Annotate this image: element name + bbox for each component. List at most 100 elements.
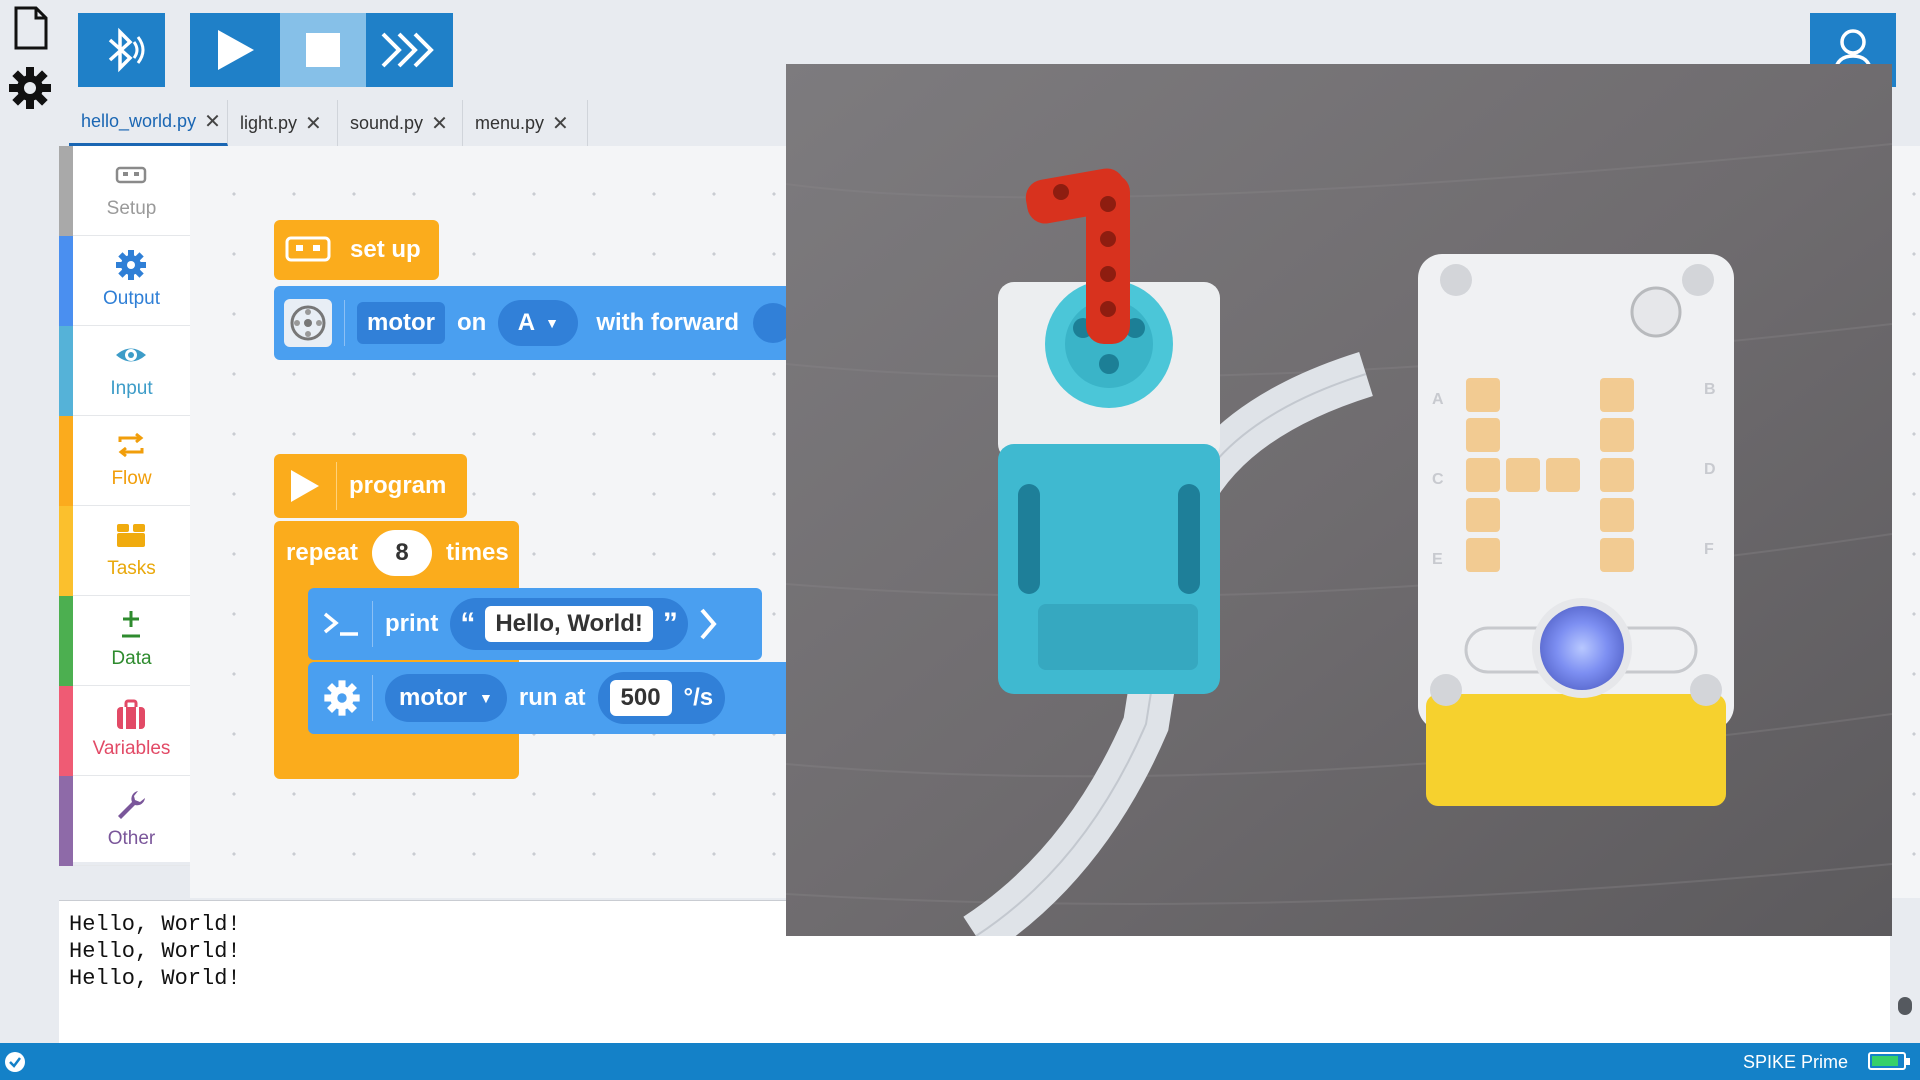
motor-run-block[interactable]: motor ▼ run at 500 °/s <box>308 662 808 734</box>
bluetooth-icon <box>108 27 144 73</box>
repeat-count-input[interactable]: 8 <box>372 530 433 576</box>
port-value: A <box>517 309 536 336</box>
motor-setup-block[interactable]: motor on A ▼ with forward <box>274 286 794 360</box>
port-label-e: E <box>1432 551 1443 568</box>
speed-input[interactable]: 500 <box>609 680 672 716</box>
play-icon <box>218 30 254 70</box>
close-icon[interactable]: ✕ <box>431 111 448 136</box>
motor-label: motor <box>399 684 467 711</box>
divider <box>344 300 345 346</box>
repeat-label: repeat <box>286 539 359 566</box>
settings-gear-icon[interactable] <box>8 66 52 110</box>
category-label: Input <box>110 378 153 399</box>
stop-button[interactable] <box>280 13 366 87</box>
tab-label: hello_world.py <box>81 111 197 131</box>
category-label: Variables <box>92 738 171 759</box>
bluetooth-button[interactable] <box>78 13 165 87</box>
category-color-bar <box>59 686 73 776</box>
category-color-bar <box>59 596 73 686</box>
category-label: Output <box>102 288 161 309</box>
tab-light[interactable]: light.py ✕ <box>228 100 338 146</box>
gear-icon <box>324 680 360 716</box>
setup-hat-block[interactable]: set up <box>274 220 439 280</box>
category-setup[interactable]: Setup <box>59 146 190 236</box>
port-label-d: D <box>1704 461 1716 478</box>
port-label-a: A <box>1432 391 1444 408</box>
category-tasks[interactable]: Tasks <box>59 506 190 596</box>
category-color-bar <box>59 326 73 416</box>
program-hat-block[interactable]: program <box>274 454 467 518</box>
close-icon[interactable]: ✕ <box>204 109 221 134</box>
category-data[interactable]: Data <box>59 596 190 686</box>
port-dropdown[interactable]: A ▼ <box>498 300 579 346</box>
on-label: on <box>457 309 487 336</box>
category-variables[interactable]: Variables <box>59 686 190 776</box>
tab-label: sound.py <box>350 112 424 133</box>
battery-nub <box>1906 1058 1910 1065</box>
status-bar: SPIKE Prime <box>0 1043 1920 1080</box>
console-scrollbar[interactable] <box>1898 997 1912 1015</box>
close-quote-icon: ” <box>662 607 678 640</box>
category-color-bar <box>59 506 73 596</box>
motor-icon <box>284 299 332 347</box>
chevron-right-icon <box>700 608 717 640</box>
motor-type-field[interactable]: motor <box>357 302 445 344</box>
tab-label: menu.py <box>475 112 545 133</box>
divider <box>372 675 373 721</box>
print-text-input[interactable]: Hello, World! <box>485 606 653 642</box>
category-color-bar <box>59 776 73 866</box>
category-flow[interactable]: Flow <box>59 416 190 506</box>
speed-field[interactable]: 500 °/s <box>597 672 726 724</box>
terminal-icon <box>323 612 358 636</box>
gear-icon <box>116 250 146 280</box>
stop-icon <box>306 33 340 67</box>
category-color-bar <box>59 416 73 506</box>
port-label-c: C <box>1432 471 1444 488</box>
port-label-f: F <box>1704 541 1714 558</box>
divider <box>336 462 337 510</box>
category-other[interactable]: Other <box>59 776 190 866</box>
close-icon[interactable]: ✕ <box>552 111 569 136</box>
console-line: Hello, World! <box>69 939 241 964</box>
category-label: Other <box>107 828 156 849</box>
tab-sound[interactable]: sound.py ✕ <box>338 100 463 146</box>
battery-icon <box>1868 1052 1910 1070</box>
motor-dropdown[interactable]: motor ▼ <box>385 674 507 722</box>
print-block[interactable]: print “ Hello, World! ” <box>308 588 762 660</box>
repeat-count: 8 <box>395 539 409 566</box>
hub-icon <box>115 166 147 184</box>
tab-label: light.py <box>240 112 298 133</box>
chevron-down-icon: ▼ <box>479 690 493 706</box>
tab-menu[interactable]: menu.py ✕ <box>463 100 588 146</box>
tab-hello-world[interactable]: hello_world.py ✕ <box>69 100 228 146</box>
wrench-icon <box>118 791 145 819</box>
open-quote-icon: “ <box>460 607 476 640</box>
battery-fill <box>1872 1056 1898 1066</box>
hub-name: SPIKE Prime <box>1742 1052 1848 1072</box>
fast-forward-icon <box>381 32 434 68</box>
plus-minus-icon <box>122 611 140 638</box>
port-label-b: B <box>1704 381 1716 398</box>
category-output[interactable]: Output <box>59 236 190 326</box>
play-icon <box>291 470 319 502</box>
category-color-bar <box>59 236 73 326</box>
brick-icon <box>117 524 145 547</box>
run-button[interactable] <box>190 13 280 87</box>
print-text: Hello, World! <box>495 610 643 637</box>
program-label: program <box>349 472 447 499</box>
left-rail <box>0 0 59 1043</box>
chevron-down-icon: ▼ <box>545 315 559 331</box>
divider <box>372 601 373 647</box>
times-label: times <box>446 539 509 566</box>
suitcase-icon <box>117 699 145 729</box>
console-line: Hello, World! <box>69 966 241 991</box>
file-icon[interactable] <box>8 6 52 50</box>
category-input[interactable]: Input <box>59 326 190 416</box>
repl-button[interactable] <box>366 13 453 87</box>
loop-icon <box>118 432 144 458</box>
close-icon[interactable]: ✕ <box>305 111 322 136</box>
string-field[interactable]: “ Hello, World! ” <box>450 598 688 650</box>
block-category-palette: Setup Output Input Flow Tasks Data Varia… <box>59 146 190 866</box>
speed-value: 500 <box>620 684 661 711</box>
speed-unit: °/s <box>683 684 714 711</box>
